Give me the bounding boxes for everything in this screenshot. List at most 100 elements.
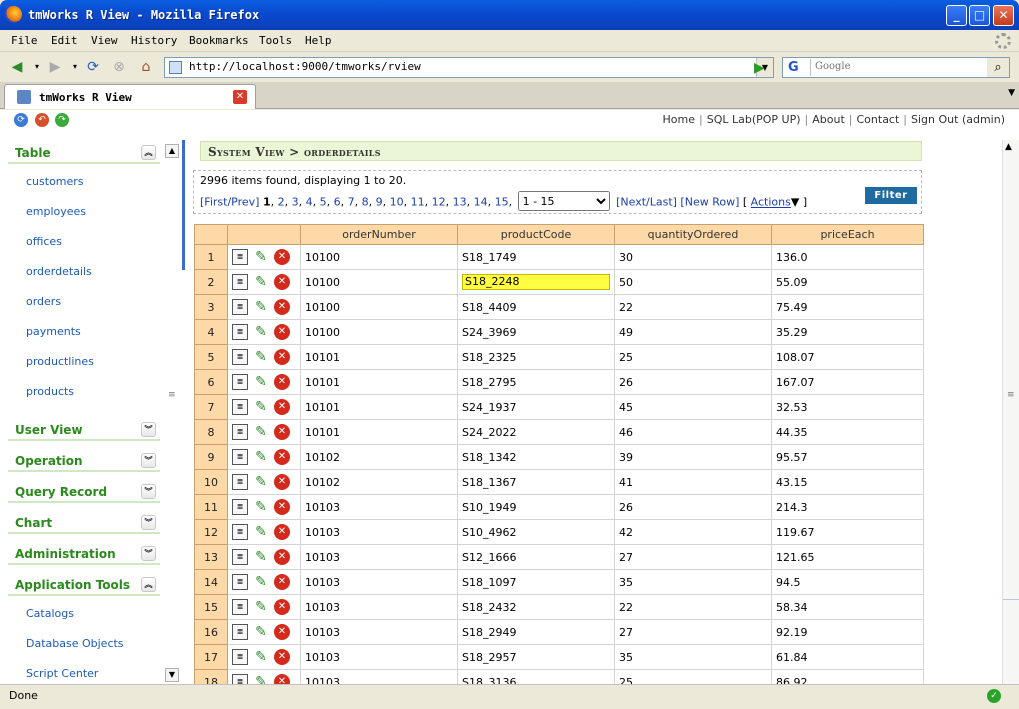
cell-productcode[interactable]: S18_2795 <box>457 369 615 395</box>
google-engine-icon[interactable]: G <box>785 59 811 76</box>
cell-ordernumber[interactable]: 10100 <box>300 319 458 345</box>
menu-tools[interactable]: Tools <box>259 34 292 47</box>
edit-icon[interactable]: ✎ <box>253 549 269 565</box>
delete-icon[interactable]: ✕ <box>274 674 290 684</box>
detail-icon[interactable]: ≣ <box>232 374 248 390</box>
delete-icon[interactable]: ✕ <box>274 524 290 540</box>
scrollbar-thumb[interactable] <box>1003 160 1019 600</box>
cell-productcode[interactable]: S10_1949 <box>457 494 615 520</box>
cell-quantityordered[interactable]: 22 <box>614 294 772 320</box>
cell-quantityordered[interactable]: 25 <box>614 344 772 370</box>
reload-icon[interactable]: ⟳ <box>84 58 102 76</box>
cell-quantityordered[interactable]: 27 <box>614 544 772 570</box>
cell-quantityordered[interactable]: 42 <box>614 519 772 545</box>
link-sign-out[interactable]: Sign Out (admin) <box>911 113 1005 126</box>
sidebar-section-user-view[interactable]: User View ︾ <box>8 417 160 441</box>
collapse-icon[interactable]: ︽ <box>141 145 156 160</box>
cell-ordernumber[interactable]: 10102 <box>300 444 458 470</box>
cell-priceeach[interactable]: 119.67 <box>771 519 924 545</box>
cell-productcode[interactable]: S18_1367 <box>457 469 615 495</box>
tab-list-icon[interactable]: ▼ <box>1008 88 1015 98</box>
sidebar-section-query-record[interactable]: Query Record ︾ <box>8 479 160 503</box>
detail-icon[interactable]: ≣ <box>232 249 248 265</box>
cell-productcode[interactable]: S18_2248 <box>457 269 615 295</box>
cell-quantityordered[interactable]: 30 <box>614 244 772 270</box>
detail-icon[interactable]: ≣ <box>232 474 248 490</box>
cell-productcode[interactable]: S18_2957 <box>457 644 615 670</box>
menu-view[interactable]: View <box>91 34 118 47</box>
edit-icon[interactable]: ✎ <box>253 274 269 290</box>
detail-icon[interactable]: ≣ <box>232 324 248 340</box>
forward-circle-icon[interactable]: ↷ <box>55 113 69 127</box>
sidebar-item-catalogs[interactable]: Catalogs <box>8 603 160 633</box>
sidebar-section-table[interactable]: Table ︽ <box>8 140 160 164</box>
cell-productcode[interactable]: S24_2022 <box>457 419 615 445</box>
edit-icon[interactable]: ✎ <box>253 574 269 590</box>
cell-quantityordered[interactable]: 50 <box>614 269 772 295</box>
cell-ordernumber[interactable]: 10103 <box>300 594 458 620</box>
table-row[interactable]: 4 ≣ ✎ ✕ 10100 S24_3969 49 35.29 <box>194 319 924 345</box>
expand-icon[interactable]: ︾ <box>141 484 156 499</box>
edit-icon[interactable]: ✎ <box>253 424 269 440</box>
expand-icon[interactable]: ︾ <box>141 515 156 530</box>
cell-priceeach[interactable]: 58.34 <box>771 594 924 620</box>
detail-icon[interactable]: ≣ <box>232 624 248 640</box>
cell-priceeach[interactable]: 108.07 <box>771 344 924 370</box>
cell-priceeach[interactable]: 94.5 <box>771 569 924 595</box>
cell-priceeach[interactable]: 44.35 <box>771 419 924 445</box>
detail-icon[interactable]: ≣ <box>232 349 248 365</box>
cell-priceeach[interactable]: 61.84 <box>771 644 924 670</box>
cell-productcode[interactable]: S12_1666 <box>457 544 615 570</box>
link-about[interactable]: About <box>812 113 845 126</box>
page-range-select[interactable]: 1 - 15 <box>517 191 610 211</box>
edit-icon[interactable]: ✎ <box>253 524 269 540</box>
minimize-button[interactable]: _ <box>946 5 967 26</box>
menu-edit[interactable]: Edit <box>51 34 78 47</box>
page-link-6[interactable]: 6 <box>334 196 341 209</box>
detail-icon[interactable]: ≣ <box>232 574 248 590</box>
page-link-12[interactable]: 12 <box>432 196 446 209</box>
forward-dropdown-icon[interactable]: ▾ <box>66 58 84 76</box>
edit-icon[interactable]: ✎ <box>253 674 269 684</box>
table-row[interactable]: 5 ≣ ✎ ✕ 10101 S18_2325 25 108.07 <box>194 344 924 370</box>
search-icon[interactable]: ⌕ <box>987 58 1009 77</box>
cell-quantityordered[interactable]: 27 <box>614 619 772 645</box>
cell-productcode[interactable]: S18_2949 <box>457 619 615 645</box>
table-row[interactable]: 7 ≣ ✎ ✕ 10101 S24_1937 45 32.53 <box>194 394 924 420</box>
refresh-icon[interactable]: ⟳ <box>14 113 28 127</box>
cell-ordernumber[interactable]: 10103 <box>300 569 458 595</box>
page-link-14[interactable]: 14 <box>474 196 488 209</box>
detail-icon[interactable]: ≣ <box>232 499 248 515</box>
link-home[interactable]: Home <box>663 113 695 126</box>
link-contact[interactable]: Contact <box>857 113 900 126</box>
detail-icon[interactable]: ≣ <box>232 599 248 615</box>
sidebar-item-employees[interactable]: employees <box>8 201 160 231</box>
delete-icon[interactable]: ✕ <box>274 349 290 365</box>
edit-icon[interactable]: ✎ <box>253 324 269 340</box>
delete-icon[interactable]: ✕ <box>274 624 290 640</box>
table-row[interactable]: 8 ≣ ✎ ✕ 10101 S24_2022 46 44.35 <box>194 419 924 445</box>
cell-quantityordered[interactable]: 22 <box>614 594 772 620</box>
scroll-up-icon[interactable]: ▲ <box>165 144 179 158</box>
table-row[interactable]: 12 ≣ ✎ ✕ 10103 S10_4962 42 119.67 <box>194 519 924 545</box>
sidebar-item-orderdetails[interactable]: orderdetails <box>8 261 160 291</box>
table-row[interactable]: 2 ≣ ✎ ✕ 10100 S18_2248 50 55.09 <box>194 269 924 295</box>
cell-quantityordered[interactable]: 45 <box>614 394 772 420</box>
sidebar-item-products[interactable]: products <box>8 381 160 411</box>
cell-ordernumber[interactable]: 10102 <box>300 469 458 495</box>
cell-quantityordered[interactable]: 26 <box>614 494 772 520</box>
tab-close-icon[interactable]: ✕ <box>233 90 247 104</box>
actions-dropdown-icon[interactable]: ▼ <box>791 196 799 209</box>
page-link-3[interactable]: 3 <box>292 196 299 209</box>
cell-productcode[interactable]: S10_4962 <box>457 519 615 545</box>
edit-icon[interactable]: ✎ <box>253 649 269 665</box>
edit-icon[interactable]: ✎ <box>253 624 269 640</box>
go-icon[interactable]: ▶ <box>754 60 770 76</box>
expand-icon[interactable]: ︾ <box>141 453 156 468</box>
table-row[interactable]: 3 ≣ ✎ ✕ 10100 S18_4409 22 75.49 <box>194 294 924 320</box>
actions-menu[interactable]: Actions <box>751 196 791 209</box>
delete-icon[interactable]: ✕ <box>274 249 290 265</box>
page-link-4[interactable]: 4 <box>306 196 313 209</box>
cell-quantityordered[interactable]: 41 <box>614 469 772 495</box>
delete-icon[interactable]: ✕ <box>274 424 290 440</box>
